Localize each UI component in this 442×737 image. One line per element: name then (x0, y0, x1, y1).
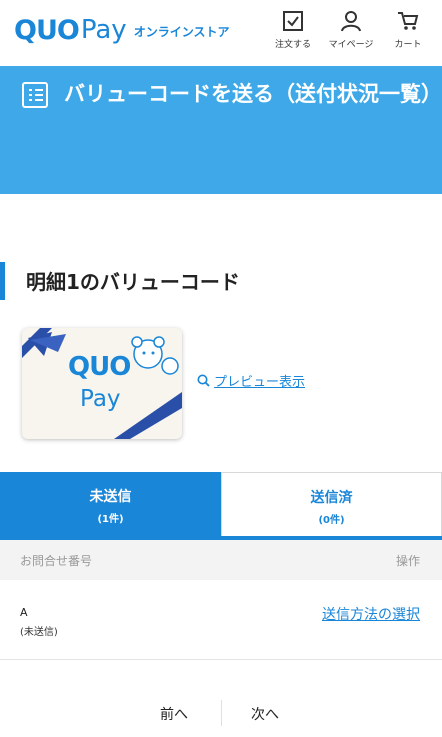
preview-link[interactable]: プレビュー表示 (197, 371, 305, 390)
nav-mypage-label: マイページ (328, 40, 374, 50)
search-icon (197, 374, 210, 387)
cart-icon (398, 12, 419, 30)
table-row: A (未送信) 送信方法の選択 (0, 580, 442, 660)
tab-unsent-count: (1件) (97, 514, 124, 525)
nav-order-label: 注文する (274, 40, 311, 50)
quo-pay-logo[interactable]: QUO Pay オンラインストア (14, 12, 229, 48)
pager-next-button[interactable]: 次へ (251, 704, 279, 724)
page-banner: バリューコードを送る（送付状況一覧） (0, 66, 442, 194)
section-title: 明細1のバリューコード (26, 270, 240, 294)
row-status: (未送信) (20, 627, 58, 638)
nav-mypage-button[interactable]: マイページ (323, 10, 379, 50)
tab-sent-count: (0件) (318, 515, 345, 526)
tab-unsent-label: 未送信 (89, 489, 132, 505)
table-header: お問合せ番号 操作 (0, 540, 442, 580)
logo-subtitle: オンラインストア (133, 25, 230, 39)
ribbon-graphic (22, 328, 182, 439)
pager-prev-button[interactable]: 前へ (160, 704, 188, 724)
value-code-card-image: QUO Pay (22, 328, 182, 439)
logo-quo-text: QUO (14, 14, 80, 46)
section-accent-bar (0, 262, 5, 300)
tab-sent-label: 送信済 (310, 490, 353, 506)
user-icon (341, 11, 361, 32)
list-icon (22, 82, 48, 108)
checkbox-icon (283, 11, 303, 31)
card-brand-quo: QUO (68, 352, 131, 382)
row-inquiry-no: A (20, 606, 28, 619)
nav-cart-button[interactable]: カート (380, 10, 436, 50)
card-brand-pay: Pay (80, 386, 121, 412)
select-send-method-link[interactable]: 送信方法の選択 (322, 604, 420, 624)
page-title: バリューコードを送る（送付状況一覧） (64, 82, 442, 106)
column-header-operation: 操作 (395, 554, 420, 568)
nav-cart-label: カート (394, 40, 422, 50)
nav-order-button[interactable]: 注文する (265, 10, 321, 50)
tab-unsent[interactable]: 未送信 (1件) (0, 472, 221, 536)
tab-sent[interactable]: 送信済 (0件) (221, 472, 442, 536)
logo-pay-text: Pay (80, 15, 127, 45)
column-header-inquiry-no: お問合せ番号 (20, 554, 93, 568)
pager-divider (221, 700, 222, 726)
site-header: QUO Pay オンラインストア 注文する マイページ カート (0, 0, 442, 66)
preview-link-label: プレビュー表示 (214, 375, 306, 390)
